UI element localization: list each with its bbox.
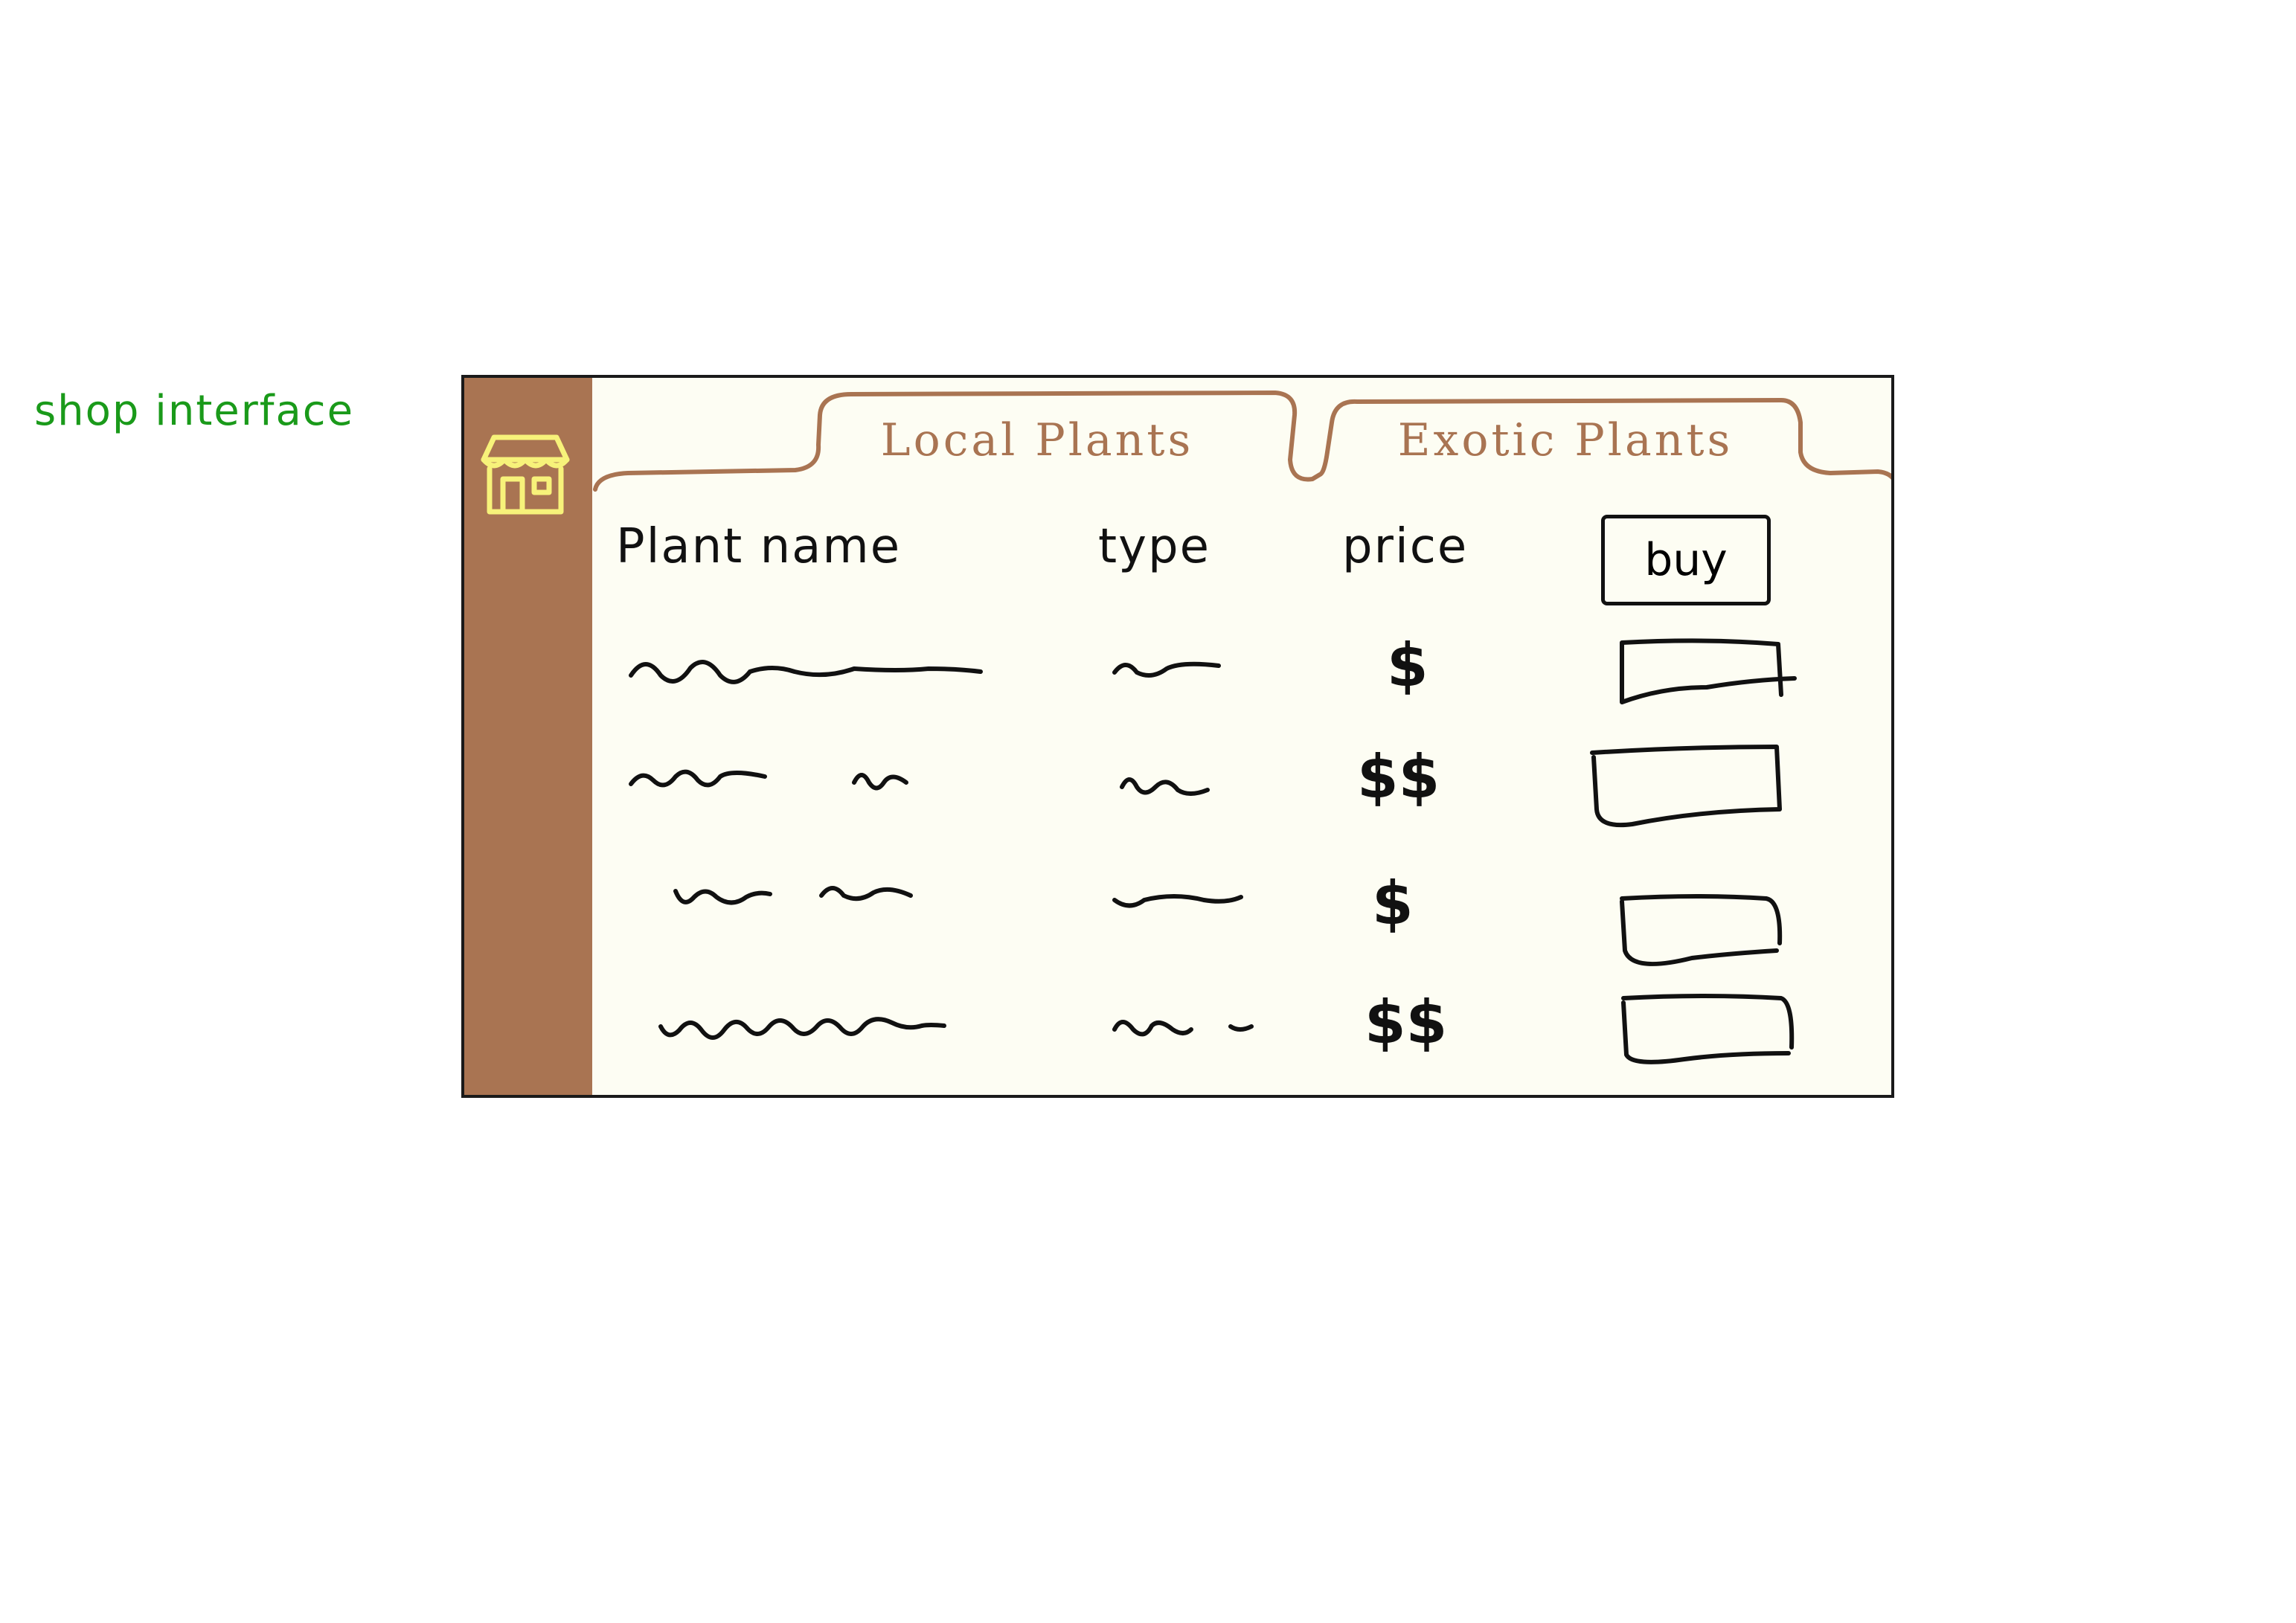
shop-window: Local Plants Exotic Plants Plant name ty… xyxy=(461,375,1894,1098)
buy-checkbox[interactable] xyxy=(1617,891,1796,980)
plant-name-placeholder xyxy=(629,769,908,791)
table-row: $ xyxy=(464,631,1891,720)
price-value: $$ xyxy=(1357,742,1440,812)
type-placeholder xyxy=(1112,1020,1254,1037)
type-placeholder xyxy=(1112,894,1243,908)
table-row: $$ xyxy=(464,988,1891,1077)
price-value: $ xyxy=(1387,631,1428,700)
table-row: $$ xyxy=(464,742,1891,832)
buy-checkbox[interactable] xyxy=(1588,742,1789,846)
type-placeholder xyxy=(1112,661,1221,678)
type-placeholder xyxy=(1120,777,1210,796)
plant-name-placeholder xyxy=(673,886,913,905)
tab-exotic-plants[interactable]: Exotic Plants xyxy=(1327,405,1803,476)
storefront-icon[interactable] xyxy=(478,422,573,518)
caption-label: shop interface xyxy=(34,387,355,435)
buy-checkbox[interactable] xyxy=(1617,988,1811,1077)
tab-local-plants[interactable]: Local Plants xyxy=(814,405,1260,476)
buy-checkbox[interactable] xyxy=(1617,635,1803,717)
column-header-price: price xyxy=(1342,519,1469,574)
price-value: $$ xyxy=(1365,988,1448,1057)
table-row: $ xyxy=(464,861,1891,966)
plant-name-placeholder xyxy=(658,1017,946,1040)
plant-name-placeholder xyxy=(629,660,983,684)
column-header-plant-name: Plant name xyxy=(616,519,902,574)
price-value: $ xyxy=(1372,869,1414,938)
buy-button[interactable]: buy xyxy=(1601,515,1771,605)
column-header-type: type xyxy=(1098,519,1210,574)
